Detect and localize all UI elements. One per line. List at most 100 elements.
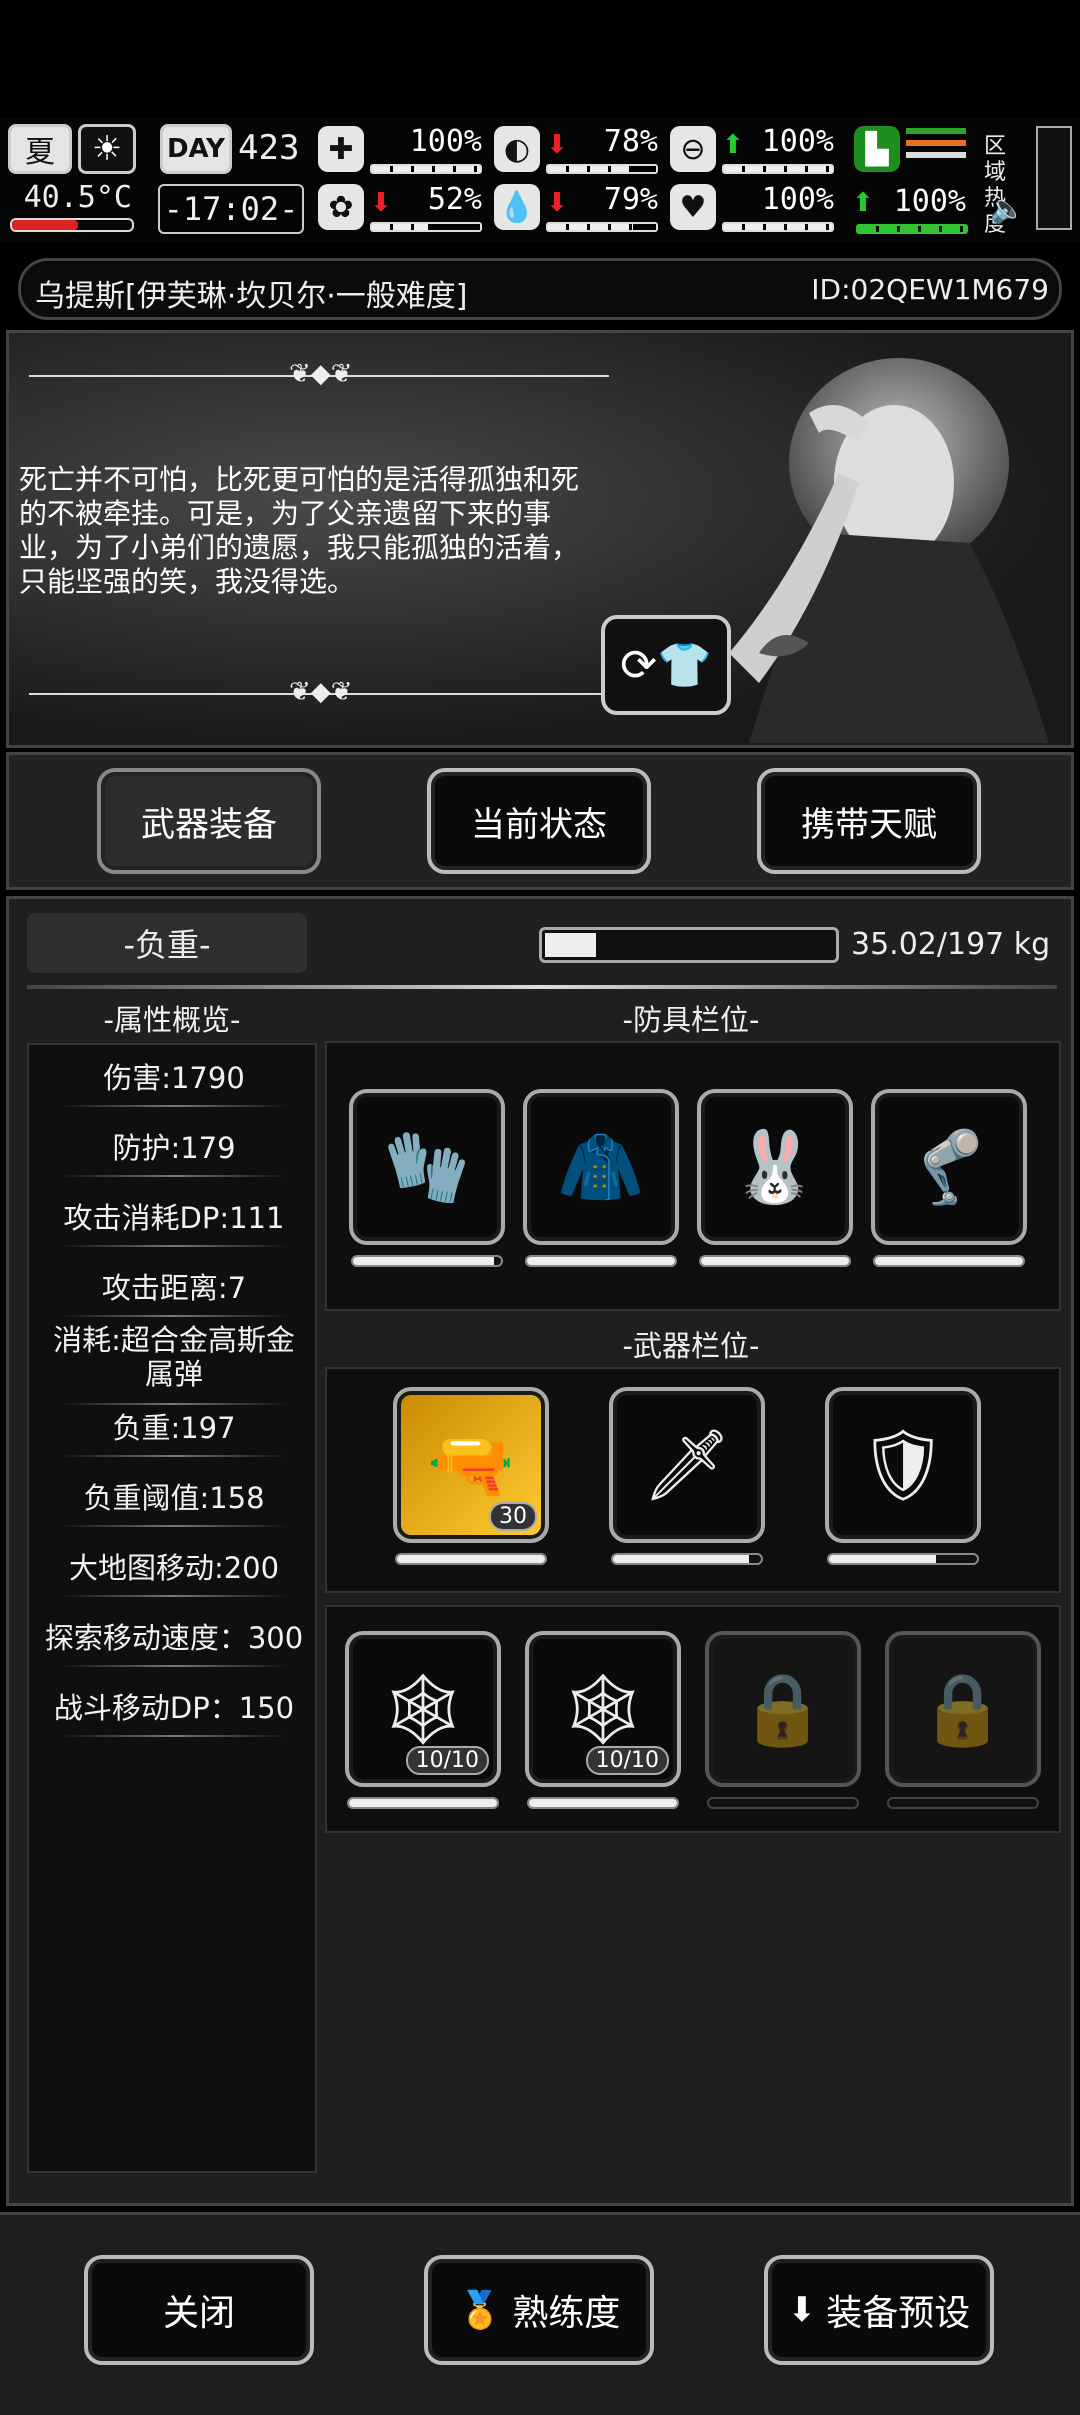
equipment-slot[interactable]: 🧤 — [349, 1089, 505, 1245]
load-bar-fill — [545, 933, 597, 957]
heart-icon: ♥ — [670, 184, 716, 230]
armor-section: 🧤 🧥 🐰 🦿 — [325, 1041, 1061, 1311]
lock-icon: 🔒 — [739, 1667, 827, 1750]
change-outfit-button[interactable]: ⟳👕 — [601, 615, 731, 715]
season-badge: 夏 — [8, 124, 72, 174]
load-value: 35.02/197 kg — [851, 927, 1051, 962]
attribute-item: 负重阈值:158 — [83, 1481, 265, 1515]
zone-heat-meter — [1036, 126, 1072, 230]
attribute-separator — [59, 1175, 289, 1177]
attribute-item: 战斗移动DP：150 — [53, 1691, 295, 1725]
bottom-bar: 关闭 🏅 熟练度 ⬇ 装备预设 — [0, 2212, 1080, 2415]
stamina-stripes — [906, 128, 966, 172]
medkit-icon: ✚ — [318, 126, 364, 172]
load-label: -负重- — [123, 926, 211, 964]
equipment-slot[interactable]: 🛡 — [825, 1387, 981, 1543]
durability-bar — [525, 1255, 677, 1267]
proficiency-button[interactable]: 🏅 熟练度 — [424, 2255, 654, 2365]
bunny-mask-icon: 🐰 — [731, 1125, 819, 1208]
weapons-section: 🔫 30 🗡 🛡 — [325, 1367, 1061, 1593]
stat-value: 79% — [603, 182, 658, 217]
attributes-panel: -属性概览- 伤害:1790 防护:179 攻击消耗DP:111 攻击距离:7 消耗:超… — [27, 997, 317, 2177]
attributes-list: 伤害:1790 防护:179 攻击消耗DP:111 攻击距离:7 消耗:超合金高斯金属弹… — [27, 1043, 317, 2173]
load-divider — [27, 985, 1057, 989]
equipment-panel: -负重- 35.02/197 kg -属性概览- 伤害:1790 防护:179 攻击… — [6, 896, 1074, 2206]
attribute-item: 攻击距离:7 — [101, 1271, 247, 1305]
proficiency-label: 熟练度 — [512, 2293, 621, 2334]
net-icon: 🕸 — [558, 1667, 648, 1750]
attribute-separator — [59, 1245, 289, 1247]
tab-current-status[interactable]: 当前状态 — [427, 768, 651, 874]
item-count-badge: 10/10 — [405, 1746, 489, 1775]
locked-slot[interactable]: 🔒 — [885, 1631, 1041, 1787]
equipment-slot[interactable]: 🐰 — [697, 1089, 853, 1245]
stat-value: 78% — [603, 124, 658, 159]
stat-value: 100% — [409, 124, 482, 159]
durability-bar — [707, 1797, 859, 1809]
exo-legs-icon: 🦿 — [905, 1125, 993, 1208]
tab-talents[interactable]: 携带天赋 — [757, 768, 981, 874]
bunny-hoodie-icon: 🧥 — [557, 1125, 645, 1208]
thermometer-icon — [10, 218, 134, 232]
water-drop-icon: 💧 — [494, 184, 540, 230]
durability-bar — [887, 1797, 1039, 1809]
stat-bar — [546, 222, 658, 232]
attribute-item: 探索移动速度：300 — [44, 1621, 304, 1655]
day-badge: DAY — [160, 124, 232, 174]
stat-bar — [370, 164, 482, 174]
attribute-item: 伤害:1790 — [103, 1061, 245, 1095]
item-count-badge: 30 — [489, 1502, 537, 1531]
brain-icon: ✿ — [318, 184, 364, 230]
equipment-slot[interactable]: 🧥 — [523, 1089, 679, 1245]
pill-icon: ⊖ — [670, 126, 716, 172]
load-bar — [539, 927, 839, 963]
durability-bar — [611, 1553, 763, 1565]
item-count-badge: 10/10 — [585, 1746, 669, 1775]
character-title-bar: 乌提斯[伊芙琳·坎贝尔·一般难度] ID:02QEW1M679 — [18, 258, 1062, 320]
attribute-item: 防护:179 — [112, 1131, 236, 1165]
gauss-rifle-icon: 🔫 — [427, 1423, 515, 1506]
durability-bar — [527, 1797, 679, 1809]
attribute-separator — [59, 1105, 289, 1107]
day-counter: 423 — [238, 128, 300, 168]
status-hud: 夏 ☀ 40.5°C DAY 423 -17:02- ✚ 100% ◐ ⬇ 78% ⊖ ⬆ 1… — [0, 118, 1080, 242]
preset-icon: ⬇ — [787, 2290, 817, 2330]
attribute-separator — [59, 1665, 289, 1667]
close-button[interactable]: 关闭 — [84, 2255, 314, 2365]
attributes-header: -属性概览- — [103, 1003, 241, 1037]
attribute-item: 负重:197 — [112, 1411, 236, 1445]
stomach-icon: ◐ — [494, 126, 540, 172]
stamina-value: 100% — [893, 184, 966, 219]
equipment-slot[interactable]: 🕸 10/10 — [525, 1631, 681, 1787]
tab-weapons-equipment[interactable]: 武器装备 — [97, 768, 321, 874]
ornament-bottom-center: ❦◆❦ — [289, 677, 353, 707]
equipment-slot[interactable]: 🔫 30 — [393, 1387, 549, 1543]
equipment-slot[interactable]: 🗡 — [609, 1387, 765, 1543]
attribute-separator — [59, 1525, 289, 1527]
attribute-separator — [59, 1455, 289, 1457]
attribute-item: 大地图移动:200 — [68, 1551, 280, 1585]
stat-bar — [722, 164, 834, 174]
weapons-header: -武器栏位- — [622, 1329, 760, 1363]
ornament-top-center: ❦◆❦ — [289, 359, 353, 389]
attribute-separator — [59, 1735, 289, 1737]
sun-icon: ☀ — [78, 124, 136, 174]
durability-bar — [873, 1255, 1025, 1267]
attribute-item: 消耗:超合金高斯金属弹 — [53, 1323, 295, 1391]
equipment-slot[interactable]: 🦿 — [871, 1089, 1027, 1245]
character-story-panel: ❦◆❦ ❦◆❦ 死亡并不可怕，比死更可怕的是活得孤独和死的不被牵挂。可是，为了父… — [6, 330, 1074, 748]
equipment-preset-button[interactable]: ⬇ 装备预设 — [764, 2255, 994, 2365]
stat-value: 52% — [427, 182, 482, 217]
attribute-separator — [59, 1595, 289, 1597]
proficiency-icon: 🏅 — [457, 2290, 503, 2331]
season-label: 夏 — [25, 135, 55, 170]
attribute-item: 攻击消耗DP:111 — [63, 1201, 285, 1235]
locked-slot[interactable]: 🔒 — [705, 1631, 861, 1787]
stat-bar — [370, 222, 482, 232]
equipment-slot[interactable]: 🕸 10/10 — [345, 1631, 501, 1787]
character-name: 乌提斯[伊芙琳·坎贝尔·一般难度] — [35, 279, 468, 314]
game-clock: -17:02- — [158, 184, 304, 234]
speaker-icon[interactable]: 🔈 — [990, 192, 1025, 225]
armor-pack-icon: 🛡 — [858, 1423, 948, 1506]
durability-bar — [395, 1553, 547, 1565]
